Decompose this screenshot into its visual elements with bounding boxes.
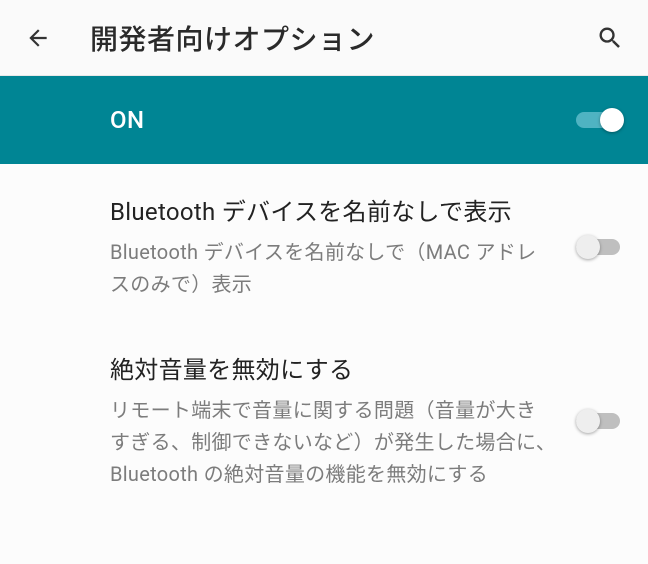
master-toggle-row[interactable]: ON — [0, 76, 648, 164]
setting-description: リモート端末で音量に関する問題（音量が大きすぎる、制御できないなど）が発生した場… — [110, 394, 556, 490]
search-button[interactable] — [590, 18, 630, 58]
setting-title: 絶対音量を無効にする — [110, 352, 556, 388]
setting-disable-absolute-volume[interactable]: 絶対音量を無効にする リモート端末で音量に関する問題（音量が大きすぎる、制御でき… — [0, 326, 648, 516]
setting-text: 絶対音量を無効にする リモート端末で音量に関する問題（音量が大きすぎる、制御でき… — [110, 352, 576, 490]
app-bar: 開発者向けオプション — [0, 0, 648, 76]
setting-toggle-switch[interactable] — [576, 407, 624, 435]
setting-bluetooth-no-name[interactable]: Bluetooth デバイスを名前なしで表示 Bluetooth デバイスを名前… — [0, 168, 648, 326]
back-button[interactable] — [18, 18, 58, 58]
search-icon — [596, 24, 624, 52]
page-title: 開発者向けオプション — [90, 18, 590, 58]
setting-title: Bluetooth デバイスを名前なしで表示 — [110, 194, 556, 230]
setting-description: Bluetooth デバイスを名前なしで（MAC アドレスのみで）表示 — [110, 236, 556, 300]
setting-text: Bluetooth デバイスを名前なしで表示 Bluetooth デバイスを名前… — [110, 194, 576, 300]
master-toggle-switch[interactable] — [576, 106, 624, 134]
master-toggle-label: ON — [110, 106, 576, 134]
switch-thumb — [576, 409, 600, 433]
setting-toggle-switch[interactable] — [576, 233, 624, 261]
switch-thumb — [576, 235, 600, 259]
arrow-back-icon — [25, 25, 51, 51]
switch-thumb — [600, 108, 624, 132]
settings-list: Bluetooth デバイスを名前なしで表示 Bluetooth デバイスを名前… — [0, 164, 648, 516]
